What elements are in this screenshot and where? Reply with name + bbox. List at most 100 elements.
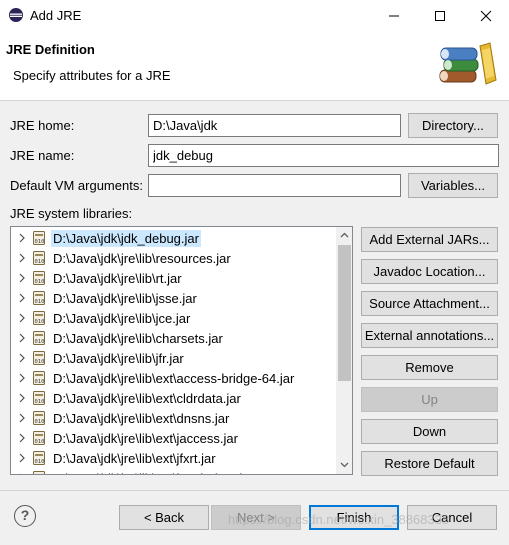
vertical-scrollbar[interactable] bbox=[336, 227, 352, 474]
title-bar: Add JRE bbox=[0, 0, 509, 31]
chevron-right-icon[interactable] bbox=[19, 453, 25, 463]
libraries-label: JRE system libraries: bbox=[10, 206, 133, 221]
window-title: Add JRE bbox=[30, 8, 82, 23]
libraries-tree[interactable]: 010 D:\Java\jdk\jdk_debug.jar 010 D:\Java\j… bbox=[10, 226, 353, 475]
library-path: D:\Java\jdk\jre\lib\jce.jar bbox=[53, 311, 191, 326]
vm-args-label: Default VM arguments: bbox=[10, 178, 143, 193]
jre-home-label: JRE home: bbox=[10, 118, 75, 133]
finish-button[interactable]: Finish bbox=[309, 505, 399, 530]
library-row[interactable]: 010 D:\Java\jdk\jre\lib\ext\jaccess.jar bbox=[11, 428, 336, 448]
library-path: D:\Java\jdk\jre\lib\ext\jaccess.jar bbox=[53, 431, 238, 446]
jar-icon: 010 bbox=[33, 431, 45, 445]
close-button[interactable] bbox=[463, 0, 509, 31]
svg-text:010: 010 bbox=[35, 359, 45, 365]
chevron-right-icon[interactable] bbox=[19, 473, 25, 474]
jar-icon: 010 bbox=[33, 331, 45, 345]
library-row[interactable]: 010 D:\Java\jdk\jre\lib\ext\localedata.ja… bbox=[11, 468, 336, 474]
library-path: D:\Java\jdk\jre\lib\jfr.jar bbox=[53, 351, 184, 366]
chevron-right-icon[interactable] bbox=[19, 333, 25, 343]
library-row[interactable]: 010 D:\Java\jdk\jre\lib\jce.jar bbox=[11, 308, 336, 328]
jar-icon: 010 bbox=[33, 411, 45, 425]
back-button[interactable]: < Back bbox=[119, 505, 209, 530]
javadoc-location-button[interactable]: Javadoc Location... bbox=[361, 259, 498, 284]
chevron-right-icon[interactable] bbox=[19, 233, 25, 243]
restore-default-button[interactable]: Restore Default bbox=[361, 451, 498, 476]
svg-text:010: 010 bbox=[35, 439, 45, 445]
scroll-down-button[interactable] bbox=[336, 457, 352, 474]
jre-libraries-icon bbox=[439, 42, 497, 85]
source-attachment-button[interactable]: Source Attachment... bbox=[361, 291, 498, 316]
jre-home-input[interactable] bbox=[148, 114, 401, 137]
next-button[interactable]: Next > bbox=[211, 505, 301, 530]
jar-icon: 010 bbox=[33, 231, 45, 245]
jar-icon: 010 bbox=[33, 351, 45, 365]
jar-icon: 010 bbox=[33, 391, 45, 405]
eclipse-icon bbox=[9, 8, 23, 22]
svg-text:010: 010 bbox=[35, 339, 45, 345]
vm-args-input[interactable] bbox=[148, 174, 401, 197]
minimize-button[interactable] bbox=[371, 0, 417, 31]
wizard-header: JRE Definition Specify attributes for a … bbox=[0, 31, 509, 101]
svg-text:010: 010 bbox=[35, 239, 45, 245]
footer-divider bbox=[0, 490, 509, 491]
chevron-right-icon[interactable] bbox=[19, 293, 25, 303]
chevron-right-icon[interactable] bbox=[19, 253, 25, 263]
page-subtitle: Specify attributes for a JRE bbox=[13, 68, 171, 83]
library-row[interactable]: 010 D:\Java\jdk\jre\lib\jsse.jar bbox=[11, 288, 336, 308]
library-path: D:\Java\jdk\jre\lib\ext\access-bridge-64… bbox=[53, 371, 295, 386]
svg-text:010: 010 bbox=[35, 299, 45, 305]
chevron-down-icon bbox=[340, 462, 349, 468]
library-row[interactable]: 010 D:\Java\jdk\jre\lib\ext\cldrdata.jar bbox=[11, 388, 336, 408]
jar-icon: 010 bbox=[33, 271, 45, 285]
chevron-right-icon[interactable] bbox=[19, 353, 25, 363]
jar-icon: 010 bbox=[33, 371, 45, 385]
library-row[interactable]: 010 D:\Java\jdk\jre\lib\charsets.jar bbox=[11, 328, 336, 348]
svg-text:010: 010 bbox=[35, 459, 45, 465]
maximize-icon bbox=[435, 11, 445, 21]
library-path: D:\Java\jdk\jre\lib\rt.jar bbox=[53, 271, 182, 286]
jar-icon: 010 bbox=[33, 311, 45, 325]
library-path: D:\Java\jdk\jre\lib\ext\localedata.jar bbox=[51, 470, 256, 474]
library-row[interactable]: 010 D:\Java\jdk\jre\lib\ext\access-bridge… bbox=[11, 368, 336, 388]
svg-text:010: 010 bbox=[35, 419, 45, 425]
library-row[interactable]: 010 D:\Java\jdk\jre\lib\ext\dnsns.jar bbox=[11, 408, 336, 428]
help-button[interactable]: ? bbox=[14, 505, 36, 527]
chevron-right-icon[interactable] bbox=[19, 273, 25, 283]
library-row[interactable]: 010 D:\Java\jdk\jre\lib\ext\jfxrt.jar bbox=[11, 448, 336, 468]
library-row[interactable]: 010 D:\Java\jdk\jre\lib\rt.jar bbox=[11, 268, 336, 288]
svg-text:010: 010 bbox=[35, 279, 45, 285]
svg-text:010: 010 bbox=[35, 379, 45, 385]
library-row[interactable]: 010 D:\Java\jdk\jdk_debug.jar bbox=[11, 228, 336, 248]
svg-text:010: 010 bbox=[35, 399, 45, 405]
library-path: D:\Java\jdk\jre\lib\charsets.jar bbox=[53, 331, 223, 346]
close-icon bbox=[480, 10, 492, 22]
chevron-right-icon[interactable] bbox=[19, 373, 25, 383]
remove-button[interactable]: Remove bbox=[361, 355, 498, 380]
library-row[interactable]: 010 D:\Java\jdk\jre\lib\jfr.jar bbox=[11, 348, 336, 368]
maximize-button[interactable] bbox=[417, 0, 463, 31]
library-row[interactable]: 010 D:\Java\jdk\jre\lib\resources.jar bbox=[11, 248, 336, 268]
scrollbar-thumb[interactable] bbox=[338, 245, 351, 381]
library-path: D:\Java\jdk\jre\lib\ext\dnsns.jar bbox=[53, 411, 230, 426]
directory-button[interactable]: Directory... bbox=[408, 113, 498, 138]
add-external-jars-button[interactable]: Add External JARs... bbox=[361, 227, 498, 252]
svg-text:010: 010 bbox=[35, 259, 45, 265]
jre-name-input[interactable] bbox=[148, 144, 499, 167]
jre-name-label: JRE name: bbox=[10, 148, 75, 163]
jar-icon: 010 bbox=[33, 251, 45, 265]
down-button[interactable]: Down bbox=[361, 419, 498, 444]
variables-button[interactable]: Variables... bbox=[408, 173, 498, 198]
chevron-right-icon[interactable] bbox=[19, 433, 25, 443]
external-annotations-button[interactable]: External annotations... bbox=[361, 323, 498, 348]
up-button[interactable]: Up bbox=[361, 387, 498, 412]
chevron-up-icon bbox=[340, 232, 349, 238]
chevron-right-icon[interactable] bbox=[19, 393, 25, 403]
chevron-right-icon[interactable] bbox=[19, 413, 25, 423]
chevron-right-icon[interactable] bbox=[19, 313, 25, 323]
scroll-up-button[interactable] bbox=[336, 227, 352, 244]
library-path: D:\Java\jdk\jre\lib\jsse.jar bbox=[53, 291, 197, 306]
svg-text:010: 010 bbox=[35, 319, 45, 325]
cancel-button[interactable]: Cancel bbox=[407, 505, 497, 530]
jar-icon: 010 bbox=[33, 471, 45, 474]
page-title: JRE Definition bbox=[6, 42, 95, 57]
